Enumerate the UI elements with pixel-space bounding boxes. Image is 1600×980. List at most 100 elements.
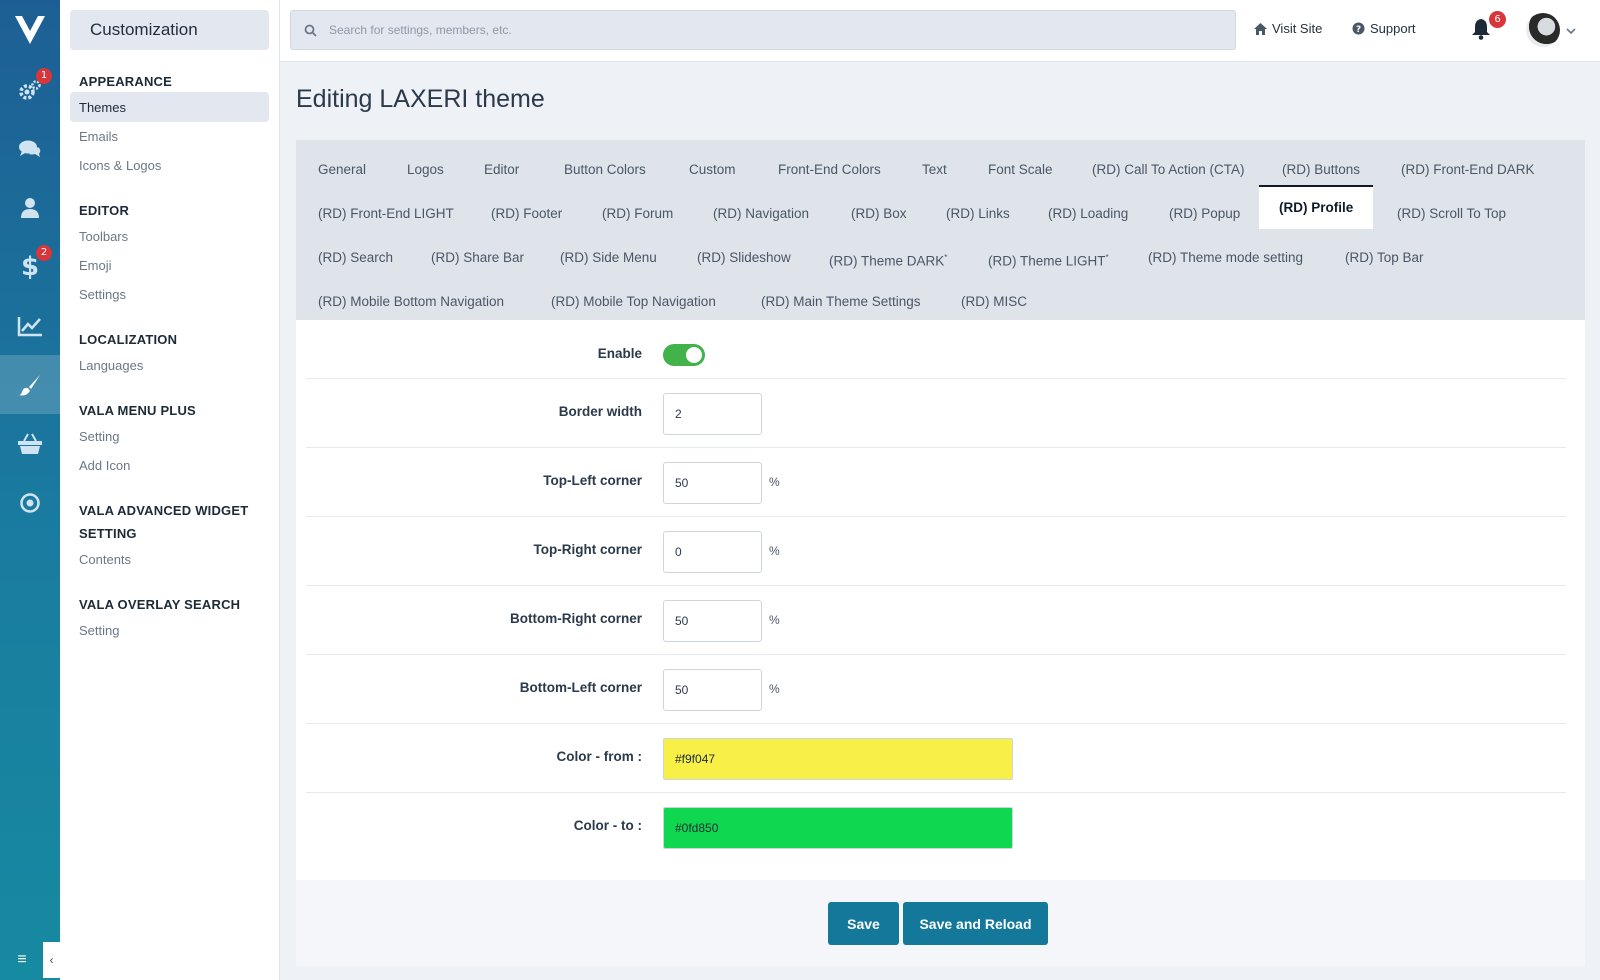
tab-custom[interactable]: Custom bbox=[669, 148, 756, 192]
sidebar-item-themes[interactable]: Themes bbox=[70, 92, 269, 122]
tab-font-scale[interactable]: Font Scale bbox=[968, 148, 1073, 192]
support-link[interactable]: ? Support bbox=[1352, 21, 1416, 36]
tab-rd-theme-mode-setting[interactable]: (RD) Theme mode setting bbox=[1128, 236, 1323, 280]
tab-editor[interactable]: Editor bbox=[464, 148, 539, 192]
enable-toggle[interactable] bbox=[663, 344, 705, 366]
support-label: Support bbox=[1370, 21, 1416, 36]
sidebar-item-languages[interactable]: Languages bbox=[70, 350, 269, 380]
form-row-top-left: Top-Left corner 50% bbox=[306, 448, 1566, 517]
tab-text[interactable]: Text bbox=[902, 148, 967, 192]
tab-rd-search[interactable]: (RD) Search bbox=[298, 236, 413, 280]
sidebar-item-icons-logos[interactable]: Icons & Logos bbox=[70, 150, 269, 180]
app-logo[interactable] bbox=[0, 0, 60, 60]
sidebar-item-menu-setting[interactable]: Setting bbox=[70, 421, 269, 451]
tab-logos[interactable]: Logos bbox=[387, 148, 464, 192]
tab-rd-loading[interactable]: (RD) Loading bbox=[1028, 192, 1148, 236]
top-bar: Visit Site ? Support 6 bbox=[280, 0, 1600, 62]
form-row-color-to: Color - to : #0fd850 bbox=[306, 793, 1566, 862]
bottom-right-input[interactable]: 50 bbox=[663, 600, 762, 642]
section-appearance: APPEARANCE bbox=[79, 74, 173, 89]
target-icon bbox=[20, 492, 40, 513]
save-and-reload-button[interactable]: Save and Reload bbox=[903, 902, 1048, 945]
tab-rd-top-bar[interactable]: (RD) Top Bar bbox=[1325, 236, 1444, 280]
tab-rd-popup[interactable]: (RD) Popup bbox=[1149, 192, 1260, 236]
top-right-input[interactable]: 0 bbox=[663, 531, 762, 573]
tab-rd-share-bar[interactable]: (RD) Share Bar bbox=[411, 236, 544, 280]
section-vala-menu-plus: VALA MENU PLUS bbox=[79, 403, 196, 418]
form-row-enable: Enable bbox=[306, 320, 1566, 379]
rail-item-members[interactable] bbox=[0, 178, 60, 237]
save-button[interactable]: Save bbox=[828, 902, 899, 945]
tab-rd-slideshow[interactable]: (RD) Slideshow bbox=[677, 236, 811, 280]
tab-general[interactable]: General bbox=[298, 148, 386, 192]
visit-site-link[interactable]: Visit Site bbox=[1254, 21, 1322, 36]
tab-rd-theme-dark-label: (RD) Theme DARK bbox=[829, 253, 945, 269]
tab-rd-misc[interactable]: (RD) MISC bbox=[941, 280, 1047, 324]
form-row-color-from: Color - from : #f9f047 bbox=[306, 724, 1566, 793]
tab-rd-cta[interactable]: (RD) Call To Action (CTA) bbox=[1072, 148, 1265, 192]
color-from-input[interactable]: #f9f047 bbox=[663, 738, 1013, 780]
section-editor: EDITOR bbox=[79, 203, 130, 218]
color-to-input[interactable]: #0fd850 bbox=[663, 807, 1013, 849]
bottom-left-label: Bottom-Left corner bbox=[519, 680, 642, 695]
percent-unit: % bbox=[769, 544, 780, 558]
rail-footer: ≡ ‹ bbox=[0, 940, 60, 980]
basket-icon bbox=[18, 433, 42, 454]
form-row-bottom-right: Bottom-Right corner 50% bbox=[306, 586, 1566, 655]
search-input[interactable] bbox=[329, 23, 1209, 37]
tab-rd-theme-light[interactable]: (RD) Theme LIGHT* bbox=[968, 236, 1129, 280]
settings-badge: 1 bbox=[36, 68, 52, 84]
tab-rd-front-end-light[interactable]: (RD) Front-End LIGHT bbox=[298, 192, 474, 236]
tab-rd-main-theme-settings[interactable]: (RD) Main Theme Settings bbox=[741, 280, 941, 324]
collapse-sidebar-button[interactable]: ‹ bbox=[43, 942, 60, 978]
menu-icon[interactable]: ≡ bbox=[0, 951, 44, 969]
rail-item-analytics[interactable] bbox=[0, 296, 60, 355]
tab-front-end-colors[interactable]: Front-End Colors bbox=[758, 148, 901, 192]
user-icon bbox=[21, 197, 39, 218]
section-vala-advanced-widget: VALA ADVANCED WIDGET SETTING bbox=[79, 503, 249, 541]
sidebar-item-settings[interactable]: Settings bbox=[70, 279, 269, 309]
border-width-input[interactable]: 2 bbox=[663, 393, 762, 435]
sidebar-item-emoji[interactable]: Emoji bbox=[70, 250, 269, 280]
tab-button-colors[interactable]: Button Colors bbox=[544, 148, 666, 192]
sidebar-item-contents[interactable]: Contents bbox=[70, 544, 269, 574]
sidebar-item-overlay-setting[interactable]: Setting bbox=[70, 615, 269, 645]
rail-item-payments[interactable]: $ 2 bbox=[0, 237, 60, 296]
customization-sidebar: Customization APPEARANCE Themes Emails I… bbox=[60, 0, 280, 980]
tab-rd-mobile-top-nav[interactable]: (RD) Mobile Top Navigation bbox=[531, 280, 736, 324]
visit-site-label: Visit Site bbox=[1272, 21, 1323, 36]
top-left-label: Top-Left corner bbox=[543, 473, 642, 488]
sidebar-item-add-icon[interactable]: Add Icon bbox=[70, 450, 269, 480]
rail-item-chat[interactable] bbox=[0, 119, 60, 178]
tab-bar: General Logos Editor Button Colors Custo… bbox=[296, 140, 1585, 320]
top-left-input[interactable]: 50 bbox=[663, 462, 762, 504]
tab-rd-side-menu[interactable]: (RD) Side Menu bbox=[540, 236, 677, 280]
percent-unit: % bbox=[769, 613, 780, 627]
sidebar-item-emails[interactable]: Emails bbox=[70, 121, 269, 151]
tab-rd-forum[interactable]: (RD) Forum bbox=[582, 192, 693, 236]
border-width-label: Border width bbox=[558, 404, 642, 419]
avatar[interactable] bbox=[1526, 13, 1560, 47]
bell-icon bbox=[1472, 19, 1490, 40]
tab-rd-profile[interactable]: (RD) Profile bbox=[1259, 185, 1374, 229]
tab-rd-theme-dark[interactable]: (RD) Theme DARK* bbox=[809, 236, 967, 280]
percent-unit: % bbox=[769, 682, 780, 696]
notifications-button[interactable]: 6 bbox=[1471, 11, 1506, 45]
tab-rd-footer[interactable]: (RD) Footer bbox=[471, 192, 582, 236]
toggle-knob bbox=[686, 347, 702, 363]
rail-item-apps[interactable] bbox=[0, 473, 60, 532]
tab-rd-navigation[interactable]: (RD) Navigation bbox=[693, 192, 829, 236]
top-right-label: Top-Right corner bbox=[533, 542, 643, 557]
tab-rd-mobile-bottom-nav[interactable]: (RD) Mobile Bottom Navigation bbox=[298, 280, 524, 324]
tab-rd-box[interactable]: (RD) Box bbox=[831, 192, 927, 236]
rail-item-customization[interactable] bbox=[0, 355, 60, 414]
tab-rd-links[interactable]: (RD) Links bbox=[926, 192, 1030, 236]
rail-item-settings[interactable]: 1 bbox=[0, 60, 60, 119]
rail-item-store[interactable] bbox=[0, 414, 60, 473]
chevron-down-icon[interactable] bbox=[1566, 22, 1576, 40]
bottom-left-input[interactable]: 50 bbox=[663, 669, 762, 711]
tab-rd-theme-light-label: (RD) Theme LIGHT bbox=[988, 253, 1106, 269]
tab-rd-scroll-to-top[interactable]: (RD) Scroll To Top bbox=[1377, 192, 1526, 236]
tab-rd-front-end-dark[interactable]: (RD) Front-End DARK bbox=[1381, 148, 1555, 192]
sidebar-item-toolbars[interactable]: Toolbars bbox=[70, 221, 269, 251]
